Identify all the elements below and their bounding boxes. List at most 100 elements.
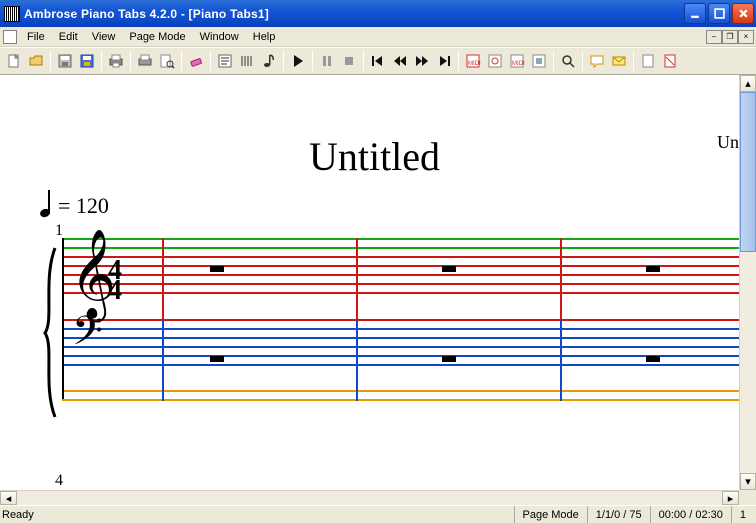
skip-end-icon[interactable]: [433, 50, 455, 72]
toolbar-separator: [181, 51, 182, 71]
bass-clef-icon: 𝄢: [72, 309, 103, 365]
toolbar-separator: [458, 51, 459, 71]
tempo-label: = 120: [58, 193, 109, 219]
staff-brace-icon: [40, 245, 60, 420]
status-mode: Page Mode: [514, 506, 587, 523]
toolbar-separator: [101, 51, 102, 71]
tab-mode-icon[interactable]: [236, 50, 258, 72]
window-controls: [684, 3, 754, 24]
status-ready: Ready: [2, 509, 34, 521]
toolbar-separator: [553, 51, 554, 71]
barline: [356, 319, 358, 401]
save-icon[interactable]: [54, 50, 76, 72]
score-title: Untitled: [0, 133, 739, 180]
doc1-icon[interactable]: [637, 50, 659, 72]
menu-help[interactable]: Help: [246, 30, 283, 44]
barline: [560, 319, 562, 401]
barline: [356, 238, 358, 321]
timesig-treble-bottom: 4: [108, 279, 122, 303]
vertical-scroll-thumb[interactable]: [740, 92, 756, 252]
mdi-minimize-button[interactable]: ‒: [706, 30, 722, 44]
chat-icon[interactable]: [586, 50, 608, 72]
close-button[interactable]: [732, 3, 754, 24]
menu-page-mode[interactable]: Page Mode: [122, 30, 192, 44]
vertical-scrollbar[interactable]: ▴ ▾: [739, 75, 756, 490]
toolbar-separator: [582, 51, 583, 71]
scroll-corner: [739, 490, 756, 505]
skip-start-icon[interactable]: [367, 50, 389, 72]
menu-edit[interactable]: Edit: [52, 30, 85, 44]
midi-settings-icon[interactable]: [484, 50, 506, 72]
midi-map-icon[interactable]: MIDI: [462, 50, 484, 72]
barline: [560, 238, 562, 321]
whole-rest: [646, 266, 660, 272]
status-position: 1/1/0 / 75: [587, 506, 650, 523]
app-icon: [4, 6, 20, 22]
forward-icon[interactable]: [411, 50, 433, 72]
toolbar-separator: [633, 51, 634, 71]
zoom-icon[interactable]: [557, 50, 579, 72]
status-bar: Ready Page Mode 1/1/0 / 75 00:00 / 02:30…: [0, 505, 756, 523]
print-all-icon[interactable]: [105, 50, 127, 72]
scroll-left-button[interactable]: ◂: [0, 491, 17, 505]
midi-box-icon[interactable]: [528, 50, 550, 72]
whole-rest: [442, 266, 456, 272]
measure-number-4: 4: [55, 472, 63, 490]
whole-rest: [646, 356, 660, 362]
print-preview-icon[interactable]: [156, 50, 178, 72]
whole-rest: [442, 356, 456, 362]
whole-rest: [210, 356, 224, 362]
minimize-button[interactable]: [684, 3, 706, 24]
score-title-overflow: Un: [717, 132, 739, 153]
menu-file[interactable]: File: [20, 30, 52, 44]
mdi-restore-button[interactable]: ❐: [722, 30, 738, 44]
toolbar-separator: [210, 51, 211, 71]
menu-window[interactable]: Window: [193, 30, 246, 44]
toolbar-separator: [312, 51, 313, 71]
svg-text:MIDI: MIDI: [512, 61, 525, 67]
eraser-icon[interactable]: [185, 50, 207, 72]
window-titlebar: Ambrose Piano Tabs 4.2.0 - [Piano Tabs1]: [0, 0, 756, 27]
vertical-scroll-track[interactable]: [740, 92, 756, 473]
window-title: Ambrose Piano Tabs 4.2.0 - [Piano Tabs1]: [24, 7, 684, 21]
staff-system: 𝄞 𝄢 4 4: [40, 235, 739, 490]
scroll-down-button[interactable]: ▾: [740, 473, 756, 490]
toolbar-separator: [283, 51, 284, 71]
quarter-note-icon: [40, 193, 54, 219]
mdi-close-button[interactable]: ×: [738, 30, 754, 44]
play-icon[interactable]: [287, 50, 309, 72]
music-note-icon[interactable]: [258, 50, 280, 72]
pause-icon[interactable]: [316, 50, 338, 72]
toolbar: MIDI MIDI: [0, 47, 756, 75]
barline: [162, 319, 164, 401]
score-page: Untitled Un = 120 1: [0, 75, 739, 490]
scroll-up-button[interactable]: ▴: [740, 75, 756, 92]
new-file-icon[interactable]: [3, 50, 25, 72]
text-mode-icon[interactable]: [214, 50, 236, 72]
grand-staff: 𝄞 𝄢 4 4: [40, 235, 739, 410]
menu-view[interactable]: View: [85, 30, 123, 44]
save-color-icon[interactable]: [76, 50, 98, 72]
barline: [162, 238, 164, 321]
svg-text:MIDI: MIDI: [468, 61, 481, 67]
toolbar-separator: [130, 51, 131, 71]
rewind-icon[interactable]: [389, 50, 411, 72]
toolbar-separator: [50, 51, 51, 71]
open-file-icon[interactable]: [25, 50, 47, 72]
maximize-button[interactable]: [708, 3, 730, 24]
midi-red-icon[interactable]: MIDI: [506, 50, 528, 72]
stop-icon[interactable]: [338, 50, 360, 72]
barline-start: [62, 238, 64, 399]
menu-bar: File Edit View Page Mode Window Help ‒ ❐…: [0, 27, 756, 47]
scroll-right-button[interactable]: ▸: [722, 491, 739, 505]
whole-rest: [210, 266, 224, 272]
mail-icon[interactable]: [608, 50, 630, 72]
print-icon[interactable]: [134, 50, 156, 72]
doc2-icon[interactable]: [659, 50, 681, 72]
toolbar-separator: [363, 51, 364, 71]
status-time: 00:00 / 02:30: [650, 506, 731, 523]
document-viewport[interactable]: Untitled Un = 120 1: [0, 75, 739, 490]
mdi-document-icon[interactable]: [3, 30, 17, 44]
horizontal-scrollbar[interactable]: ◂ ▸: [0, 490, 739, 505]
mdi-controls: ‒ ❐ ×: [706, 30, 754, 44]
